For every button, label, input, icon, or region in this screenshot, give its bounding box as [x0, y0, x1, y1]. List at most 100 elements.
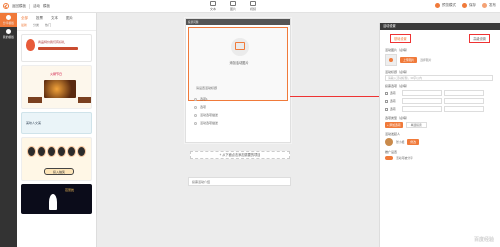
tool-text[interactable]: 文本 — [210, 1, 216, 11]
card-title: 美味人文美 — [26, 121, 42, 125]
checkbox[interactable] — [385, 99, 388, 103]
option-label: 选项1 — [200, 97, 208, 101]
option-item[interactable]: 活动选项描述 — [194, 121, 218, 125]
tool-image[interactable]: 图片 — [230, 1, 236, 11]
question-text[interactable]: 请设置活动标题 — [196, 86, 217, 90]
star-icon — [6, 15, 11, 20]
option-setting-row: 选项 — [380, 89, 500, 97]
preview-button[interactable]: 预览模式 — [435, 3, 456, 8]
vote-type-select[interactable]: 单选投票 — [405, 122, 427, 128]
nav-my-templates[interactable]: 我的模板 — [0, 27, 17, 41]
option-image-input[interactable] — [444, 90, 484, 96]
tab-vote[interactable]: 投票 — [36, 16, 43, 21]
avatar — [67, 146, 76, 157]
divider — [29, 3, 30, 9]
tab-text[interactable]: 文本 — [51, 16, 58, 21]
cover-row: 上传图片 选择图片 — [380, 53, 500, 67]
template-tabs: 全部 投票 文本 图片 — [17, 13, 96, 22]
tab-advanced[interactable]: 高级设置 — [469, 34, 490, 43]
template-card[interactable]: 商品特价我们有好礼 — [21, 34, 92, 62]
settings-header: 活动设置 — [380, 23, 500, 30]
nav-label: 分享模板 — [2, 21, 15, 25]
option-image-input[interactable] — [444, 106, 484, 112]
watermark: 百度经验 — [473, 237, 494, 243]
card-title: 芭蕾舞 — [65, 188, 75, 192]
share-toggle[interactable] — [385, 156, 393, 160]
template-subtabs: 最新 分类 热门 — [17, 22, 96, 31]
nav-share-templates[interactable]: 分享模板 — [0, 13, 17, 27]
subtab-latest[interactable]: 最新 — [21, 23, 27, 27]
card-button: 投入抽奖 — [44, 168, 74, 175]
editor-page: 返回模板 活动 模板 文本 图片 视频 预览模式 保存 发布 分享模板 我的模板… — [0, 0, 500, 247]
dancer-image — [49, 194, 57, 210]
option-item[interactable]: 选项 — [194, 105, 218, 109]
option-input[interactable] — [402, 98, 442, 104]
upload-button[interactable]: 上传图片 — [400, 57, 418, 63]
tool-video-label: 视频 — [250, 7, 257, 11]
option-input[interactable] — [402, 90, 442, 96]
card-title: 火锅节日 — [50, 72, 63, 76]
option-image-input[interactable] — [444, 98, 484, 104]
image-icon — [230, 1, 237, 6]
back-icon[interactable] — [3, 3, 9, 9]
option-setting-row: 选项 — [380, 97, 500, 105]
add-option-button[interactable]: + 添加选项 — [385, 122, 403, 128]
option-label: 选项 — [200, 105, 207, 109]
radio-icon — [194, 113, 197, 117]
option-item[interactable]: 选项1 — [194, 97, 218, 101]
edit-sponsor-button[interactable]: 修改 — [407, 139, 420, 145]
option-name: 选项 — [390, 91, 396, 95]
tab-all[interactable]: 全部 — [21, 16, 28, 21]
left-nav: 分享模板 我的模板 — [0, 13, 17, 247]
title-part-2: 模板 — [43, 3, 50, 8]
avatar — [37, 146, 46, 157]
save-label: 保存 — [469, 3, 476, 7]
back-label[interactable]: 返回模板 — [12, 4, 26, 9]
option-list: 选项1 选项 活动选项描述 活动选项描述 — [194, 97, 218, 125]
subtab-hot[interactable]: 热门 — [45, 23, 51, 27]
balloon-icon — [26, 39, 35, 51]
subtab-category[interactable]: 分类 — [33, 23, 39, 27]
avatar — [27, 146, 36, 157]
nav-label: 我的模板 — [2, 35, 15, 39]
pick-image-link[interactable]: 选择图片 — [420, 58, 431, 62]
sponsor-name: 张小姐 — [396, 140, 405, 144]
top-toolbar: 返回模板 活动 模板 文本 图片 视频 预览模式 保存 发布 — [0, 0, 500, 13]
template-card[interactable]: 芭蕾舞 — [21, 184, 92, 214]
checkbox[interactable] — [385, 91, 388, 95]
option-label: 活动选项描述 — [200, 113, 219, 117]
template-card[interactable]: 火锅节日 — [21, 65, 92, 109]
user-icon — [6, 29, 11, 34]
card-banner — [38, 47, 78, 50]
title-label: 活动标题（必填） — [385, 70, 410, 74]
add-item-button[interactable]: + 从下面点击添加需要的项目 — [190, 151, 290, 159]
template-card[interactable]: 美味人文美 — [21, 112, 92, 134]
publish-label: 发布 — [489, 3, 496, 7]
image-icon — [235, 42, 245, 50]
avatar — [47, 146, 56, 157]
option-input[interactable] — [402, 106, 442, 112]
radio-icon — [194, 105, 197, 109]
video-icon — [250, 1, 257, 6]
tool-text-label: 文本 — [210, 7, 217, 11]
radio-icon — [194, 121, 197, 125]
intro-input[interactable]: 投票活动介绍 — [188, 177, 291, 186]
save-button[interactable]: 保存 — [462, 3, 476, 8]
tool-video[interactable]: 视频 — [250, 1, 256, 11]
tab-image[interactable]: 图片 — [66, 16, 73, 21]
tool-group: 文本 图片 视频 — [210, 1, 256, 11]
settings-tabs: 基础设置 高级设置 — [380, 30, 500, 45]
option-item[interactable]: 活动选项描述 — [194, 113, 218, 117]
checkbox[interactable] — [385, 107, 388, 111]
share-text: 活动可被分享 — [396, 156, 413, 160]
save-icon — [462, 3, 467, 8]
cover-label: 活动图片（必填） — [385, 48, 410, 52]
card-title: 商品特价我们有好礼 — [38, 40, 66, 44]
cover-thumbnail — [385, 54, 397, 66]
publish-button[interactable]: 发布 — [482, 3, 496, 8]
preview-header: 投票问题 — [186, 19, 290, 25]
template-card[interactable]: 投入抽奖 — [21, 137, 92, 181]
tab-basic[interactable]: 基础设置 — [390, 34, 411, 43]
title-part-1: 活动 — [33, 3, 40, 8]
top-left-group: 返回模板 活动 模板 — [3, 3, 50, 9]
